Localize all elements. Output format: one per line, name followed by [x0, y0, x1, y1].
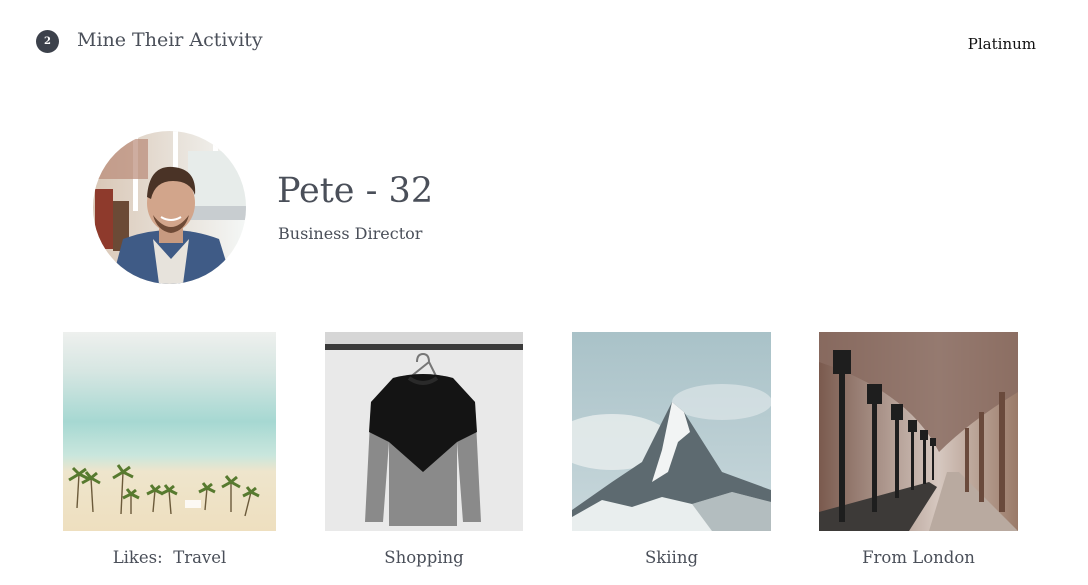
interest-label: Skiing — [644, 548, 699, 567]
step-number-badge: 2 — [36, 30, 59, 53]
interest-label: Shopping — [384, 548, 464, 567]
interest-card-travel[interactable]: Likes: Travel — [63, 332, 276, 567]
tree-lined-lamp-post-path-icon — [819, 332, 1018, 531]
interest-card-skiing[interactable]: Skiing — [572, 332, 771, 567]
snowy-mountain-peak-icon — [572, 332, 771, 531]
person-photo-icon — [93, 131, 246, 284]
interest-card-shopping[interactable]: Shopping — [325, 332, 523, 567]
profile-name-age: Pete - 32 — [277, 171, 434, 211]
profile-role: Business Director — [278, 224, 423, 243]
avatar — [93, 131, 246, 284]
interest-label: Likes: Travel — [112, 548, 227, 567]
interest-card-london[interactable]: From London — [819, 332, 1018, 567]
interest-label: From London — [862, 548, 975, 567]
tier-label: Platinum — [967, 35, 1036, 53]
step-title: Mine Their Activity — [77, 29, 263, 51]
sweater-on-hanger-icon — [325, 332, 523, 531]
beach-palm-trees-icon — [63, 332, 276, 531]
